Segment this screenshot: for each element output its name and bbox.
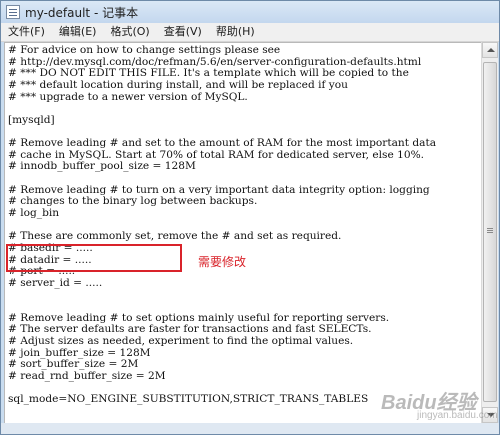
- editor-line: # *** upgrade to a newer version of MySQ…: [8, 90, 248, 103]
- menu-file[interactable]: 文件(F): [1, 23, 52, 41]
- notepad-icon: [6, 5, 20, 19]
- window-title: my-default - 记事本: [25, 6, 139, 20]
- title-bar[interactable]: my-default - 记事本: [1, 1, 499, 23]
- editor-line: # innodb_buffer_pool_size = 128M: [8, 160, 196, 173]
- editor-line: # For advice on how to change settings p…: [8, 44, 281, 56]
- highlight-box: [6, 244, 182, 272]
- scroll-up-icon[interactable]: [482, 42, 498, 58]
- editor-line: # read_rnd_buffer_size = 2M: [8, 369, 166, 382]
- menu-help[interactable]: 帮助(H): [209, 23, 262, 41]
- menu-format[interactable]: 格式(O): [103, 23, 156, 41]
- menu-bar: 文件(F) 编辑(E) 格式(O) 查看(V) 帮助(H): [1, 23, 499, 42]
- editor-line: # changes to the binary log between back…: [8, 195, 258, 208]
- scrollbar-thumb[interactable]: [483, 62, 497, 402]
- editor-line: [mysqld]: [8, 113, 55, 126]
- vertical-scrollbar[interactable]: [481, 42, 498, 423]
- editor-line: # server_id = .....: [8, 276, 103, 289]
- editor-line: # *** default location during install, a…: [8, 78, 348, 91]
- annotation-label: 需要修改: [198, 255, 247, 269]
- menu-view[interactable]: 查看(V): [157, 23, 209, 41]
- baidu-watermark: Baidu经验 jingyan.baidu.com: [381, 386, 498, 431]
- editor-line: # Adjust sizes as needed, experiment to …: [8, 335, 354, 348]
- watermark-sub: jingyan.baidu.com: [417, 410, 498, 421]
- text-editor-area[interactable]: # For advice on how to change settings p…: [4, 42, 481, 423]
- menu-edit[interactable]: 编辑(E): [52, 23, 104, 41]
- editor-content[interactable]: # For advice on how to change settings p…: [8, 44, 480, 406]
- editor-line: # log_bin: [8, 206, 60, 219]
- notepad-window: my-default - 记事本 文件(F) 编辑(E) 格式(O) 查看(V)…: [0, 0, 500, 435]
